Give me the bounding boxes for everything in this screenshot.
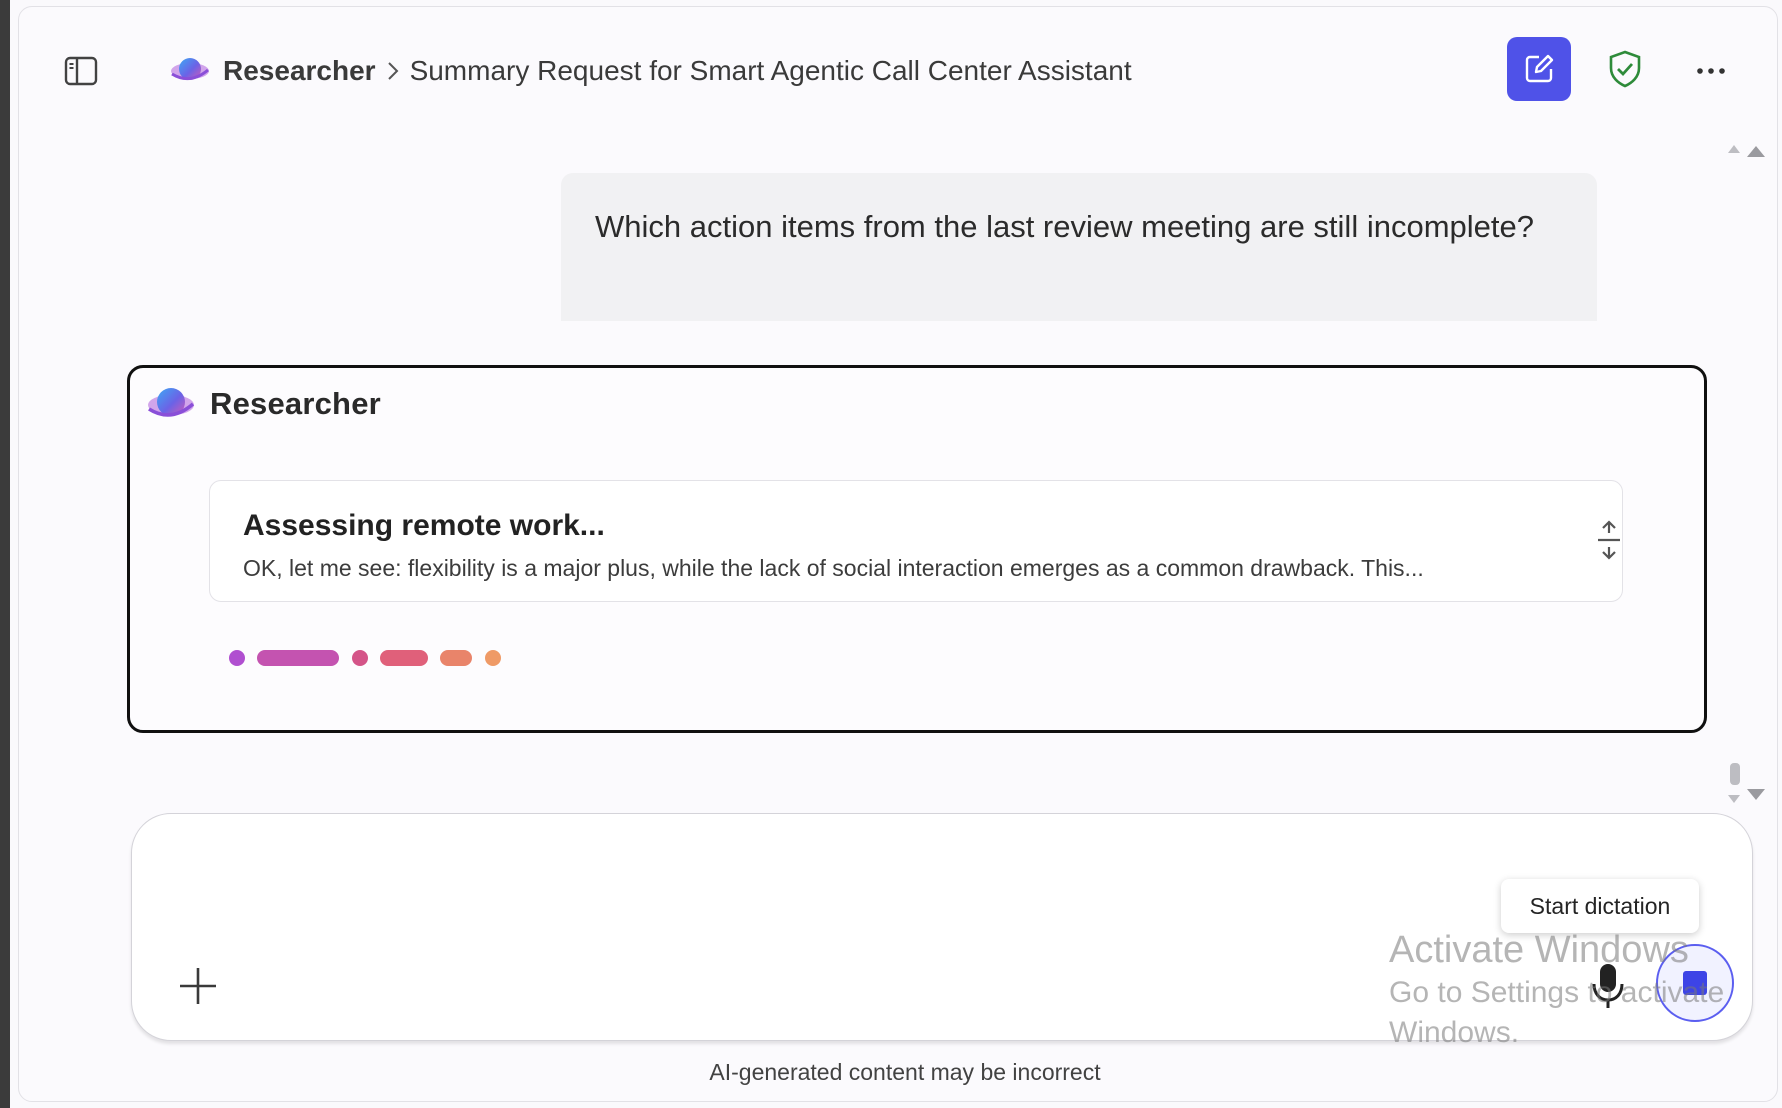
watermark-line2: Windows. bbox=[1389, 1016, 1520, 1049]
user-message-text: Which action items from the last review … bbox=[595, 209, 1534, 244]
more-options-button[interactable] bbox=[1691, 51, 1731, 91]
breadcrumb-agent[interactable]: Researcher bbox=[223, 55, 376, 87]
sidebar-toggle-icon bbox=[64, 56, 98, 86]
shield-check-icon bbox=[1609, 50, 1641, 88]
scroll-up-icon bbox=[1728, 145, 1765, 157]
scroll-down-icon bbox=[1728, 763, 1765, 803]
loader-dot bbox=[352, 650, 368, 666]
researcher-avatar-icon bbox=[146, 382, 196, 426]
watermark-line1: Go to Settings to activate bbox=[1389, 976, 1725, 1009]
scroll-down-arrows[interactable] bbox=[1725, 763, 1769, 814]
chevron-right-icon bbox=[386, 60, 400, 82]
response-agent-name: Researcher bbox=[210, 386, 381, 421]
loader-dash bbox=[440, 650, 472, 666]
response-header: Researcher bbox=[146, 382, 381, 426]
progress-title: Assessing remote work... bbox=[243, 509, 605, 542]
shield-button[interactable] bbox=[1601, 45, 1649, 93]
progress-detail: OK, let me see: flexibility is a major p… bbox=[243, 555, 1424, 581]
conversation-title: Summary Request for Smart Agentic Call C… bbox=[409, 55, 1132, 86]
left-window-edge bbox=[0, 0, 10, 1108]
loader-dash bbox=[380, 650, 428, 666]
sidebar-toggle-button[interactable] bbox=[61, 51, 101, 91]
add-attachment-button[interactable] bbox=[176, 964, 220, 1008]
breadcrumb: Researcher Summary Request for Smart Age… bbox=[169, 49, 1132, 93]
app-window: Researcher Summary Request for Smart Age… bbox=[10, 0, 1782, 1108]
chat-window: Researcher Summary Request for Smart Age… bbox=[18, 6, 1778, 1102]
reasoning-progress-card[interactable]: Assessing remote work... OK, let me see:… bbox=[209, 480, 1623, 602]
loader-dot bbox=[485, 650, 501, 666]
dictation-tooltip: Start dictation bbox=[1501, 879, 1699, 933]
researcher-logo-icon bbox=[169, 50, 211, 92]
user-message: Which action items from the last review … bbox=[561, 173, 1597, 321]
loader-dot bbox=[229, 650, 245, 666]
plus-icon bbox=[180, 968, 216, 1004]
watermark-title: Activate Windows bbox=[1389, 929, 1689, 971]
ai-disclaimer: AI-generated content may be incorrect bbox=[709, 1059, 1101, 1085]
loader-dash bbox=[257, 650, 339, 666]
activate-windows-watermark: Activate Windows Go to Settings to activ… bbox=[1389, 927, 1724, 1053]
agent-response-card: Researcher Assessing remote work... OK, … bbox=[127, 365, 1707, 733]
expand-collapse-button[interactable] bbox=[1594, 519, 1624, 561]
scroll-up-arrows[interactable] bbox=[1725, 141, 1769, 166]
new-chat-button[interactable] bbox=[1507, 37, 1571, 101]
more-icon bbox=[1697, 68, 1725, 74]
expand-vertical-icon bbox=[1598, 520, 1620, 560]
new-chat-icon bbox=[1525, 54, 1554, 83]
